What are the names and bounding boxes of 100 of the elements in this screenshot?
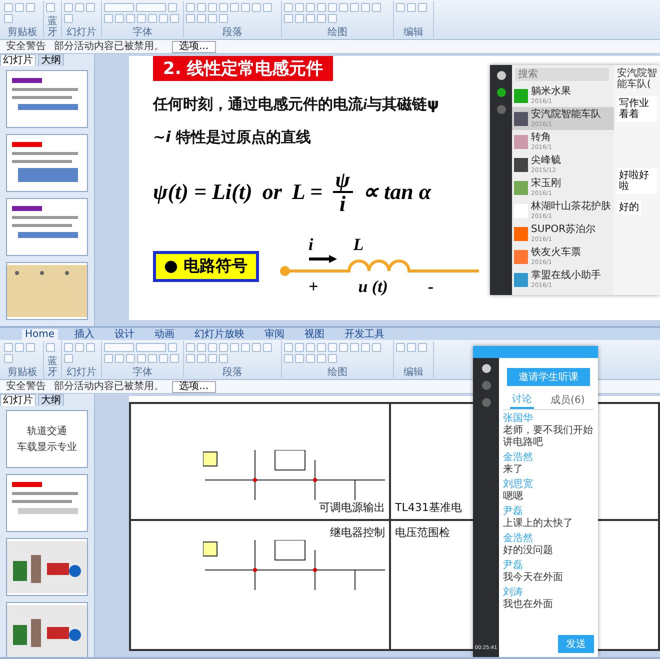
circuit-caption: TL431基准电 bbox=[395, 500, 462, 515]
sender-name: 尹磊 bbox=[503, 506, 523, 518]
avatar bbox=[514, 158, 528, 172]
contact-name: 尖峰毓 bbox=[531, 155, 561, 167]
group-label: 字体 bbox=[132, 27, 154, 38]
pane-tab[interactable]: 幻灯片 bbox=[0, 54, 36, 66]
sender-name: 张国华 bbox=[503, 413, 533, 424]
fraction-denominator: i bbox=[339, 193, 346, 215]
avatar bbox=[514, 134, 528, 148]
formula: L = bbox=[292, 179, 323, 205]
message-text: 我今天在外面 bbox=[503, 572, 563, 584]
sender-name: 尹磊 bbox=[503, 560, 523, 572]
minus-sign: - bbox=[428, 277, 434, 297]
toolbar-icon[interactable] bbox=[136, 3, 166, 12]
plus-sign: + bbox=[308, 277, 318, 297]
contact-name: SUPOR苏泊尔 bbox=[531, 224, 596, 236]
avatar bbox=[496, 71, 506, 80]
security-message: 部分活动内容已被禁用。 bbox=[54, 40, 164, 52]
slide-thumbnail[interactable] bbox=[6, 474, 88, 532]
toolbar-icon[interactable] bbox=[104, 343, 134, 352]
avatar bbox=[514, 112, 528, 126]
group-label: 剪贴板 bbox=[6, 367, 38, 378]
avatar bbox=[514, 180, 528, 194]
ribbon-tab[interactable]: 幻灯片放映 bbox=[192, 329, 248, 340]
group-label: 幻灯片 bbox=[66, 27, 98, 38]
group-label: 编辑 bbox=[402, 27, 424, 38]
avatar bbox=[514, 272, 528, 286]
message-text: 老师，要不我们开始讲电路吧 bbox=[503, 425, 594, 449]
inductance-label: L bbox=[353, 235, 364, 255]
ribbon-tab[interactable]: 设计 bbox=[112, 329, 138, 340]
fraction-numerator: ψ bbox=[335, 169, 350, 191]
message-text: 来了 bbox=[503, 464, 523, 476]
slide-text: 任何时刻，通过电感元件的电流i与其磁链ψ bbox=[153, 95, 440, 114]
slide-thumbnail[interactable] bbox=[6, 70, 88, 128]
section-label: ● 电路符号 bbox=[153, 250, 259, 282]
group-label: 段落 bbox=[222, 367, 244, 378]
contact-name: 掌盟在线小助手 bbox=[531, 270, 601, 282]
ribbon-tab[interactable]: Home bbox=[22, 329, 58, 340]
formula: ∝ tan α bbox=[362, 179, 432, 205]
chat-title: 安汽院智能车队( bbox=[617, 68, 657, 90]
security-title: 安全警告 bbox=[6, 40, 46, 52]
group-label: 段落 bbox=[222, 27, 244, 38]
message-bubble: 好啦好啦 bbox=[617, 168, 657, 194]
sender-name: 刘思宽 bbox=[503, 479, 533, 491]
sender-name: 金浩然 bbox=[503, 533, 533, 545]
contact-name: 安汽院智能车队 bbox=[531, 109, 601, 121]
security-title: 安全警告 bbox=[6, 380, 46, 392]
thumbnail-subtitle: 车载显示专业 bbox=[17, 440, 77, 454]
pane-tab[interactable]: 幻灯片 bbox=[0, 394, 36, 406]
thumbnail-title: 轨道交通 bbox=[27, 424, 67, 438]
group-label: 字体 bbox=[132, 367, 154, 378]
ribbon-tab[interactable]: 插入 bbox=[72, 329, 98, 340]
search-field[interactable]: 搜索 bbox=[515, 68, 609, 81]
chat-tab[interactable]: 成员(6) bbox=[548, 391, 587, 409]
toolbar-icon[interactable] bbox=[136, 343, 166, 352]
slide-title: 2. 线性定常电感元件 bbox=[153, 56, 334, 81]
message-text: 好的没问题 bbox=[503, 545, 553, 557]
ribbon-tab[interactable]: 开发工具 bbox=[342, 329, 388, 340]
group-label: 绘图 bbox=[326, 27, 348, 38]
group-label: 编辑 bbox=[402, 367, 424, 378]
avatar bbox=[514, 226, 528, 240]
contact-name: 转角 bbox=[531, 132, 551, 144]
group-label: 蓝牙 bbox=[46, 16, 58, 38]
slide-thumbnail[interactable]: 轨道交通 车载显示专业 bbox=[6, 410, 88, 468]
message-text: 我也在外面 bbox=[503, 599, 553, 611]
current-label: i bbox=[308, 235, 314, 255]
options-button[interactable]: 选项... bbox=[172, 40, 216, 52]
group-label: 绘图 bbox=[326, 367, 348, 378]
contact-name: 铁友火车票 bbox=[531, 247, 581, 259]
ribbon-tab[interactable]: 审阅 bbox=[262, 329, 288, 340]
message-bubble: 好的 bbox=[617, 200, 641, 215]
contact-name: 躺米水果 bbox=[531, 86, 571, 98]
formula: ψ(t) = Li(t) bbox=[153, 179, 252, 205]
contact-name: 林湖叶山茶花护肤 bbox=[531, 201, 611, 213]
avatar bbox=[514, 250, 528, 264]
ribbon-tab[interactable]: 动画 bbox=[152, 329, 178, 340]
ribbon-tab[interactable]: 视图 bbox=[302, 329, 328, 340]
options-button[interactable]: 选项... bbox=[172, 380, 216, 392]
group-label: 蓝牙 bbox=[46, 356, 58, 378]
avatar bbox=[514, 88, 528, 102]
circuit-caption: 电压范围检 bbox=[395, 525, 450, 540]
formula-word: or bbox=[262, 179, 282, 205]
message-text: 上课上的太快了 bbox=[503, 518, 573, 530]
slide-text: ~i 特性是过原点的直线 bbox=[153, 128, 311, 147]
group-label: 幻灯片 bbox=[66, 367, 98, 378]
slide-thumbnail[interactable] bbox=[6, 198, 88, 256]
circuit-caption: 继电器控制 bbox=[330, 525, 385, 540]
slide-thumbnail[interactable] bbox=[6, 134, 88, 192]
message-bubble: 写作业看着 bbox=[617, 96, 657, 122]
pane-tab[interactable]: 大纲 bbox=[38, 54, 64, 66]
sender-name: 刘涛 bbox=[503, 587, 523, 598]
voltage-label: u (t) bbox=[358, 277, 388, 297]
pane-tab[interactable]: 大纲 bbox=[38, 394, 64, 406]
toolbar-icon[interactable] bbox=[104, 3, 134, 12]
security-message: 部分活动内容已被禁用。 bbox=[54, 380, 164, 392]
message-text: 嗯嗯 bbox=[503, 491, 523, 503]
contact-name: 宋玉刚 bbox=[531, 178, 561, 190]
sender-name: 金浩然 bbox=[503, 452, 533, 464]
slide-thumbnail[interactable] bbox=[6, 262, 88, 320]
group-label: 剪贴板 bbox=[6, 27, 38, 38]
